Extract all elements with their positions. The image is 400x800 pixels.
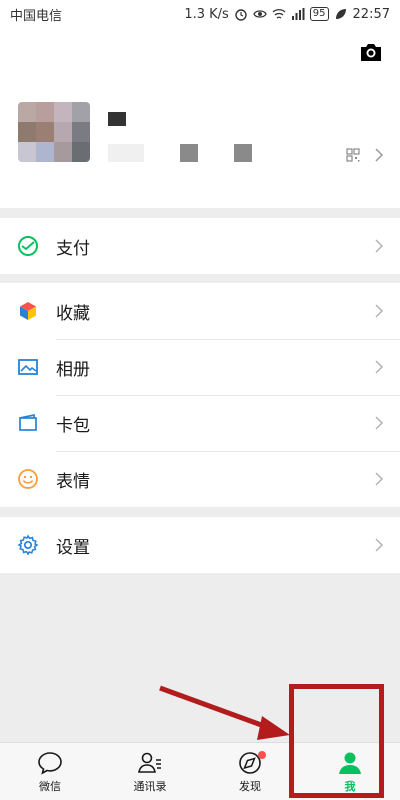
chevron-right-icon (375, 472, 384, 486)
clock: 22:57 (352, 6, 390, 22)
eye-icon (253, 10, 267, 18)
menu-group-content: 收藏 相册 卡包 表情 (0, 283, 400, 507)
pay-icon (16, 234, 40, 258)
menu-group-settings: 设置 (0, 517, 400, 573)
menu-item-cards[interactable]: 卡包 (0, 395, 400, 451)
menu-item-label: 支付 (56, 238, 90, 259)
qr-code-icon[interactable] (346, 148, 360, 162)
cube-icon (16, 299, 40, 323)
notification-dot (258, 751, 266, 759)
image-icon (16, 355, 40, 379)
avatar-pixel (72, 142, 90, 162)
smiley-icon (16, 467, 40, 491)
menu-item-label: 相册 (56, 359, 90, 380)
tab-chats[interactable]: 微信 (0, 743, 100, 800)
annotation-highlight-box (289, 684, 384, 798)
menu-item-label: 卡包 (56, 415, 90, 436)
menu-item-label: 表情 (56, 471, 90, 492)
avatar-pixel (36, 122, 54, 142)
tab-label: 发现 (239, 779, 261, 793)
tab-label: 微信 (39, 779, 61, 793)
account-id-redacted (108, 144, 252, 162)
avatar-pixel (36, 142, 54, 162)
chevron-right-icon (375, 360, 384, 374)
redacted-block (108, 144, 144, 162)
chat-bubble-icon (38, 751, 62, 775)
chevron-right-icon (375, 148, 384, 162)
avatar-pixel (72, 102, 90, 122)
profile-header[interactable] (0, 28, 400, 208)
menu-item-settings[interactable]: 设置 (0, 517, 400, 573)
avatar-pixel (18, 102, 36, 122)
nickname-redacted-block (108, 111, 126, 126)
wallet-icon (16, 411, 40, 435)
avatar-pixel (54, 122, 72, 142)
carrier-label: 中国电信 (10, 8, 63, 24)
chevron-right-icon (375, 538, 384, 552)
menu-item-album[interactable]: 相册 (0, 339, 400, 395)
status-bar: 中国电信 1.3 K/s 95 22:57 (0, 0, 400, 28)
avatar-pixel (18, 122, 36, 142)
status-indicators: 1.3 K/s 95 22:57 (184, 7, 390, 22)
avatar-pixel (18, 142, 36, 162)
redacted-block (234, 144, 252, 162)
menu-item-favorites[interactable]: 收藏 (0, 283, 400, 339)
alarm-icon (235, 9, 247, 21)
signal-icon (291, 8, 305, 20)
gear-icon (16, 533, 40, 557)
menu-item-label: 收藏 (56, 303, 90, 324)
tab-contacts[interactable]: 通讯录 (100, 743, 200, 800)
camera-icon[interactable] (358, 40, 384, 64)
battery-level: 95 (309, 7, 329, 21)
menu-item-pay[interactable]: 支付 (0, 218, 400, 274)
nickname (108, 108, 126, 127)
tab-label: 通讯录 (133, 779, 167, 793)
menu-item-label: 设置 (56, 537, 90, 558)
contacts-icon (138, 752, 161, 773)
avatar-pixel (54, 142, 72, 162)
chevron-right-icon (375, 416, 384, 430)
avatar[interactable] (18, 102, 90, 162)
redacted-block (180, 144, 198, 162)
menu-item-stickers[interactable]: 表情 (0, 451, 400, 507)
avatar-pixel (36, 102, 54, 122)
menu-group-pay: 支付 (0, 218, 400, 274)
wifi-icon (272, 9, 286, 19)
avatar-pixel (54, 102, 72, 122)
annotation-arrow (159, 685, 290, 740)
avatar-pixel (72, 122, 90, 142)
leaf-icon (335, 9, 346, 19)
chevron-right-icon (375, 239, 384, 253)
chevron-right-icon (375, 304, 384, 318)
tab-discover[interactable]: 发现 (200, 743, 300, 800)
network-speed: 1.3 K/s (184, 6, 229, 22)
